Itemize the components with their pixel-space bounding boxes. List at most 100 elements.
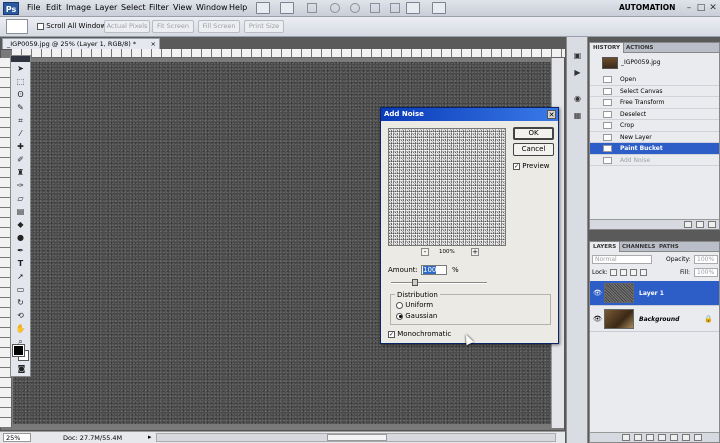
zoom-field[interactable]: 25%: [3, 433, 31, 442]
hand-tool-icon[interactable]: ✋: [12, 323, 29, 335]
layer-mask-icon[interactable]: [646, 434, 654, 441]
shape-tool-icon[interactable]: ▭: [12, 284, 29, 296]
preview-checkbox[interactable]: ✓ Preview: [513, 162, 549, 170]
3d-orbit-tool-icon[interactable]: ⟲: [12, 310, 29, 322]
menu-image[interactable]: Image: [66, 3, 91, 12]
cancel-button[interactable]: Cancel: [513, 143, 554, 156]
tab-history[interactable]: HISTORY: [590, 43, 624, 53]
lock-position-icon[interactable]: [630, 269, 637, 276]
zoom-in-button[interactable]: +: [471, 248, 479, 256]
eraser-tool-icon[interactable]: ▱: [12, 193, 29, 205]
history-snapshot[interactable]: _IGP0059.jpg: [590, 55, 719, 73]
eyedropper-tool-icon[interactable]: ⁄: [12, 128, 29, 140]
actions-panel-icon[interactable]: ▶: [571, 67, 584, 79]
visibility-eye-icon[interactable]: 👁: [593, 315, 602, 323]
horizontal-scrollbar[interactable]: [156, 433, 556, 442]
dodge-tool-icon[interactable]: ●: [12, 232, 29, 244]
lasso-tool-icon[interactable]: ʘ: [12, 89, 29, 101]
lock-all-icon[interactable]: [640, 269, 647, 276]
history-item[interactable]: Paint Bucket: [590, 143, 719, 155]
delete-layer-icon[interactable]: [694, 434, 702, 441]
new-layer-icon[interactable]: [682, 434, 690, 441]
noise-preview[interactable]: [388, 128, 506, 246]
monochromatic-checkbox[interactable]: ✓ Monochromatic: [388, 330, 451, 338]
quick-mask-icon[interactable]: ◙: [13, 363, 30, 375]
close-document-icon[interactable]: ×: [151, 39, 156, 49]
maximize-icon[interactable]: □: [695, 2, 707, 14]
info-panel-icon[interactable]: ▦: [571, 110, 584, 122]
gradient-tool-icon[interactable]: ▤: [12, 206, 29, 218]
lock-transparency-icon[interactable]: [610, 269, 617, 276]
path-selection-tool-icon[interactable]: ➚: [12, 271, 29, 283]
blur-tool-icon[interactable]: ◆: [12, 219, 29, 231]
menu-view[interactable]: View: [173, 3, 192, 12]
move-tool-icon[interactable]: ➤: [12, 63, 29, 75]
zoom-tool-icon[interactable]: [350, 3, 360, 13]
arrange-icon[interactable]: [406, 2, 420, 14]
delete-state-icon[interactable]: [708, 221, 716, 228]
view-extras-icon[interactable]: [280, 2, 294, 14]
history-item[interactable]: Open: [590, 74, 719, 86]
amount-input[interactable]: 100: [421, 265, 447, 275]
history-item[interactable]: Crop: [590, 120, 719, 132]
menu-edit[interactable]: Edit: [46, 3, 62, 12]
layer-row[interactable]: 👁 Background 🔒: [590, 307, 719, 332]
new-document-from-state-icon[interactable]: [684, 221, 692, 228]
minimize-icon[interactable]: –: [683, 2, 695, 14]
layer-style-icon[interactable]: [634, 434, 642, 441]
pen-tool-icon[interactable]: ✒: [12, 245, 29, 257]
menu-filter[interactable]: Filter: [149, 3, 169, 12]
tool-preset-picker[interactable]: [6, 19, 28, 34]
history-item[interactable]: Select Canvas: [590, 86, 719, 97]
menu-help[interactable]: Help: [229, 3, 247, 12]
actual-pixels-button[interactable]: Actual Pixels: [104, 20, 150, 33]
history-item[interactable]: Deselect: [590, 109, 719, 120]
history-panel-icon[interactable]: ▣: [571, 50, 584, 62]
history-item[interactable]: Add Noise: [590, 155, 719, 166]
rotate-view-icon[interactable]: [370, 3, 380, 13]
zoom-out-button[interactable]: -: [421, 248, 429, 256]
amount-slider-thumb[interactable]: [412, 279, 418, 286]
fill-screen-button[interactable]: Fill Screen: [198, 20, 240, 33]
foreground-color-swatch[interactable]: [12, 344, 25, 357]
visibility-eye-icon[interactable]: 👁: [593, 289, 602, 297]
workspace-switcher[interactable]: AUTOMATION: [619, 3, 675, 12]
dialog-title-bar[interactable]: Add Noise ✕: [381, 108, 558, 121]
fit-screen-button[interactable]: Fit Screen: [152, 20, 194, 33]
bridge-icon[interactable]: [256, 2, 270, 14]
menu-select[interactable]: Select: [121, 3, 146, 12]
healing-brush-tool-icon[interactable]: ✚: [12, 141, 29, 153]
hand-tool-icon[interactable]: [330, 3, 340, 13]
zoom-level-icon[interactable]: [307, 3, 317, 13]
tab-paths[interactable]: PATHS: [656, 242, 682, 252]
tab-actions[interactable]: ACTIONS: [623, 43, 656, 53]
menu-layer[interactable]: Layer: [95, 3, 117, 12]
dialog-close-icon[interactable]: ✕: [547, 110, 556, 119]
history-item[interactable]: Free Transform: [590, 97, 719, 109]
adjustment-layer-icon[interactable]: [658, 434, 666, 441]
status-menu-arrow-icon[interactable]: ▸: [148, 433, 152, 441]
ok-button[interactable]: OK: [513, 127, 554, 140]
tab-layers[interactable]: LAYERS: [590, 242, 621, 252]
clone-stamp-tool-icon[interactable]: ♜: [12, 167, 29, 179]
tab-channels[interactable]: CHANNELS: [619, 242, 658, 252]
blend-mode-select[interactable]: Normal: [592, 255, 652, 264]
close-icon[interactable]: ✕: [707, 2, 719, 14]
scroll-all-windows-checkbox[interactable]: Scroll All Windows: [37, 22, 110, 30]
3d-rotate-tool-icon[interactable]: ↻: [12, 297, 29, 309]
marquee-tool-icon[interactable]: ⬚: [12, 76, 29, 88]
type-tool-icon[interactable]: T: [12, 258, 29, 270]
layer-row[interactable]: 👁 Layer 1: [590, 281, 719, 306]
navigator-panel-icon[interactable]: ◉: [571, 93, 584, 105]
create-snapshot-icon[interactable]: [696, 221, 704, 228]
print-size-button[interactable]: Print Size: [244, 20, 284, 33]
opacity-input[interactable]: 100%: [694, 255, 718, 264]
amount-slider-track[interactable]: [391, 282, 487, 284]
quick-select-tool-icon[interactable]: ✎: [12, 102, 29, 114]
crop-tool-icon[interactable]: ⌗: [12, 115, 29, 127]
history-item[interactable]: New Layer: [590, 132, 719, 143]
panel-grip[interactable]: [11, 56, 30, 62]
lock-pixels-icon[interactable]: [620, 269, 627, 276]
document-tab[interactable]: _IGP0059.jpg @ 25% (Layer 1, RGB/8) * ×: [2, 38, 160, 49]
uniform-radio[interactable]: Uniform: [396, 301, 433, 309]
